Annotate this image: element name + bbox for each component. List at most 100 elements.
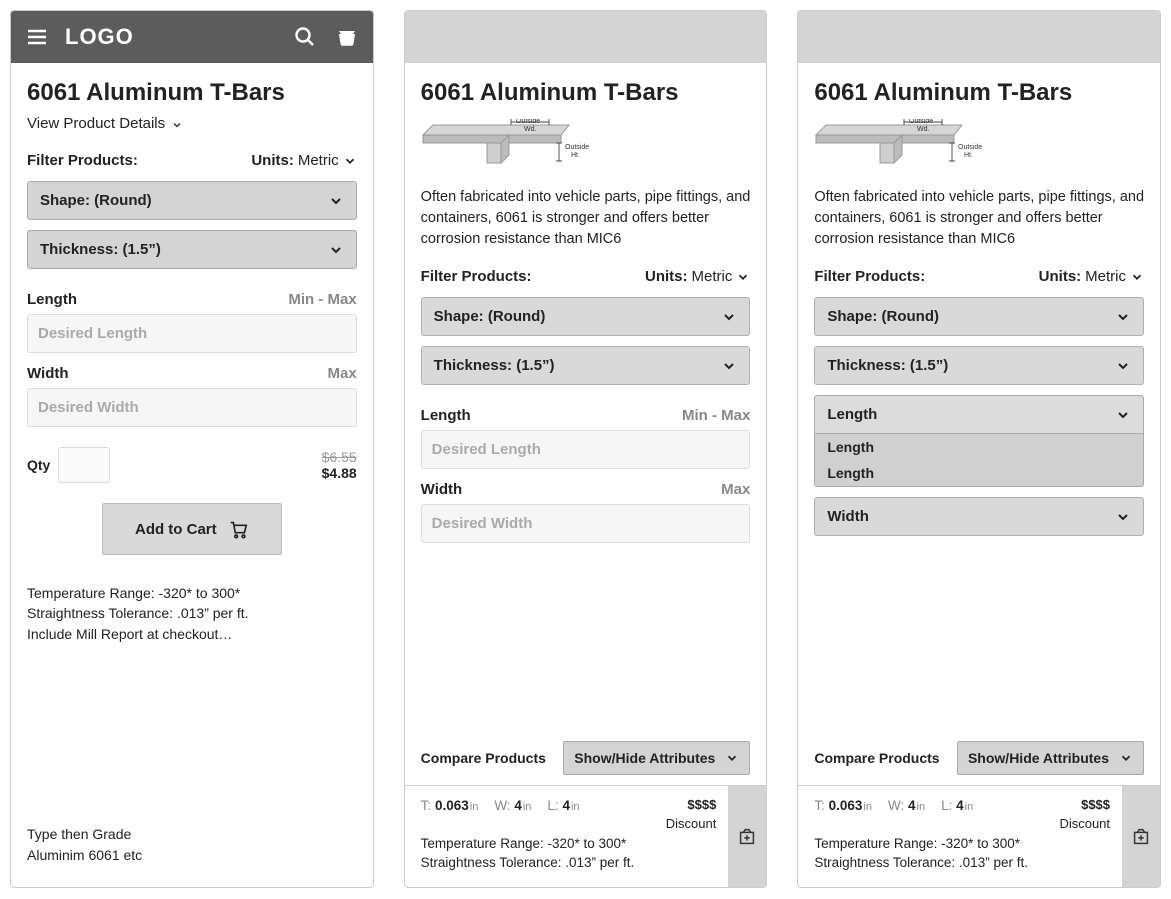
product-diagram: Outside Wd. Outside Ht. [814, 119, 984, 173]
result-card: T: 0.063in W: 4in L: 4in $$$$ Discount T… [405, 785, 767, 887]
view-details-label: View Product Details [27, 115, 165, 132]
compare-products-label: Compare Products [814, 750, 939, 766]
show-hide-attributes-button[interactable]: Show/Hide Attributes [563, 741, 750, 775]
product-description: Often fabricated into vehicle parts, pip… [421, 187, 751, 250]
svg-text:Ht.: Ht. [964, 152, 973, 159]
spec-temp-range: Temperature Range: -320* to 300* [27, 583, 357, 603]
result-price: $$$$ [1059, 796, 1110, 815]
svg-text:Outside: Outside [565, 144, 589, 151]
mobile-frame-3: 6061 Aluminum T-Bars Outside Wd. Outside… [797, 10, 1161, 888]
svg-text:Wd.: Wd. [917, 126, 930, 133]
svg-text:Outside: Outside [958, 144, 982, 151]
width-label: Width [421, 481, 463, 498]
length-input[interactable] [421, 430, 751, 469]
cart-icon [227, 518, 249, 540]
chevron-down-icon [171, 118, 183, 130]
width-hint: Max [327, 365, 356, 382]
chevron-down-icon [725, 751, 739, 765]
thickness-filter-label: Thickness: (1.5”) [40, 241, 161, 258]
shape-filter[interactable]: Shape: (Round) [27, 181, 357, 220]
length-dropdown-open: Length Length Length [814, 395, 1144, 487]
length-input[interactable] [27, 314, 357, 353]
units-selector[interactable]: Units: Metric [1039, 268, 1144, 285]
units-selector[interactable]: Units: Metric [645, 268, 750, 285]
thickness-filter[interactable]: Thickness: (1.5”) [27, 230, 357, 269]
chevron-down-icon [736, 270, 750, 284]
length-dropdown-head[interactable]: Length [815, 396, 1143, 434]
thickness-filter[interactable]: Thickness: (1.5”) [421, 346, 751, 385]
length-label: Length [421, 407, 471, 424]
result-discount: Discount [1059, 815, 1110, 834]
chevron-down-icon [1115, 509, 1131, 525]
result-spec-1: Temperature Range: -320* to 300* [814, 834, 1110, 854]
add-result-button[interactable] [728, 786, 766, 887]
spec-mill-report: Include Mill Report at checkout… [27, 624, 357, 644]
length-hint: Min - Max [288, 291, 356, 308]
spec-straightness: Straightness Tolerance: .013” per ft. [27, 603, 357, 623]
width-input[interactable] [27, 388, 357, 427]
length-option[interactable]: Length [815, 460, 1143, 486]
add-to-cart-icon [736, 826, 758, 848]
chevron-down-icon [1115, 407, 1131, 423]
logo: LOGO [65, 24, 277, 50]
menu-icon[interactable] [23, 23, 51, 51]
product-diagram: Outside Wd. Outside Ht. [421, 119, 591, 173]
mobile-frame-2: 6061 Aluminum T-Bars Outside Wd. Outside… [404, 10, 768, 888]
shape-filter[interactable]: Shape: (Round) [421, 297, 751, 336]
chevron-down-icon [343, 154, 357, 168]
chevron-down-icon [721, 309, 737, 325]
thickness-filter[interactable]: Thickness: (1.5”) [814, 346, 1144, 385]
chevron-down-icon [1130, 270, 1144, 284]
svg-text:Ht.: Ht. [571, 152, 580, 159]
shape-filter-label: Shape: (Round) [40, 192, 152, 209]
chevron-down-icon [328, 193, 344, 209]
show-hide-attributes-button[interactable]: Show/Hide Attributes [957, 741, 1144, 775]
units-value: Metric [298, 152, 339, 169]
filter-products-label: Filter Products: [814, 268, 925, 285]
result-spec-2: Straightness Tolerance: .013” per ft. [814, 853, 1110, 873]
svg-text:Wd.: Wd. [524, 126, 537, 133]
units-label: Units: [251, 152, 294, 169]
width-input[interactable] [421, 504, 751, 543]
mobile-frame-1: LOGO 6061 Aluminum T-Bars View Product D… [10, 10, 374, 888]
result-card: T: 0.063in W: 4in L: 4in $$$$ Discount T… [798, 785, 1160, 887]
width-dropdown[interactable]: Width [814, 497, 1144, 536]
length-hint: Min - Max [682, 407, 750, 424]
app-header: LOGO [11, 11, 373, 63]
result-spec-2: Straightness Tolerance: .013” per ft. [421, 853, 717, 873]
page-title: 6061 Aluminum T-Bars [421, 79, 751, 107]
chevron-down-icon [1115, 358, 1131, 374]
length-option[interactable]: Length [815, 434, 1143, 460]
search-icon[interactable] [291, 23, 319, 51]
view-product-details-link[interactable]: View Product Details [27, 115, 357, 132]
add-to-cart-icon [1130, 826, 1152, 848]
page-title: 6061 Aluminum T-Bars [27, 79, 357, 107]
price-new: $4.88 [322, 465, 357, 481]
length-label: Length [27, 291, 77, 308]
filter-products-label: Filter Products: [421, 268, 532, 285]
chevron-down-icon [1119, 751, 1133, 765]
result-spec-1: Temperature Range: -320* to 300* [421, 834, 717, 854]
type-grade-note: Type then Grade Aluminim 6061 etc [27, 824, 357, 871]
app-header-empty [405, 11, 767, 63]
shape-filter[interactable]: Shape: (Round) [814, 297, 1144, 336]
basket-icon[interactable] [333, 23, 361, 51]
width-label: Width [27, 365, 69, 382]
units-selector[interactable]: Units: Metric [251, 152, 356, 169]
qty-label: Qty [27, 457, 50, 473]
qty-input[interactable] [58, 447, 110, 483]
result-price: $$$$ [666, 796, 717, 815]
add-result-button[interactable] [1122, 786, 1160, 887]
chevron-down-icon [721, 358, 737, 374]
product-description: Often fabricated into vehicle parts, pip… [814, 187, 1144, 250]
spec-block: Temperature Range: -320* to 300* Straigh… [27, 583, 357, 644]
app-header-empty [798, 11, 1160, 63]
svg-text:Outside: Outside [909, 119, 933, 125]
width-hint: Max [721, 481, 750, 498]
price-old: $6.55 [322, 449, 357, 465]
add-to-cart-button[interactable]: Add to Cart [102, 503, 282, 555]
result-discount: Discount [666, 815, 717, 834]
svg-text:Outside: Outside [516, 119, 540, 125]
page-title: 6061 Aluminum T-Bars [814, 79, 1144, 107]
chevron-down-icon [328, 242, 344, 258]
